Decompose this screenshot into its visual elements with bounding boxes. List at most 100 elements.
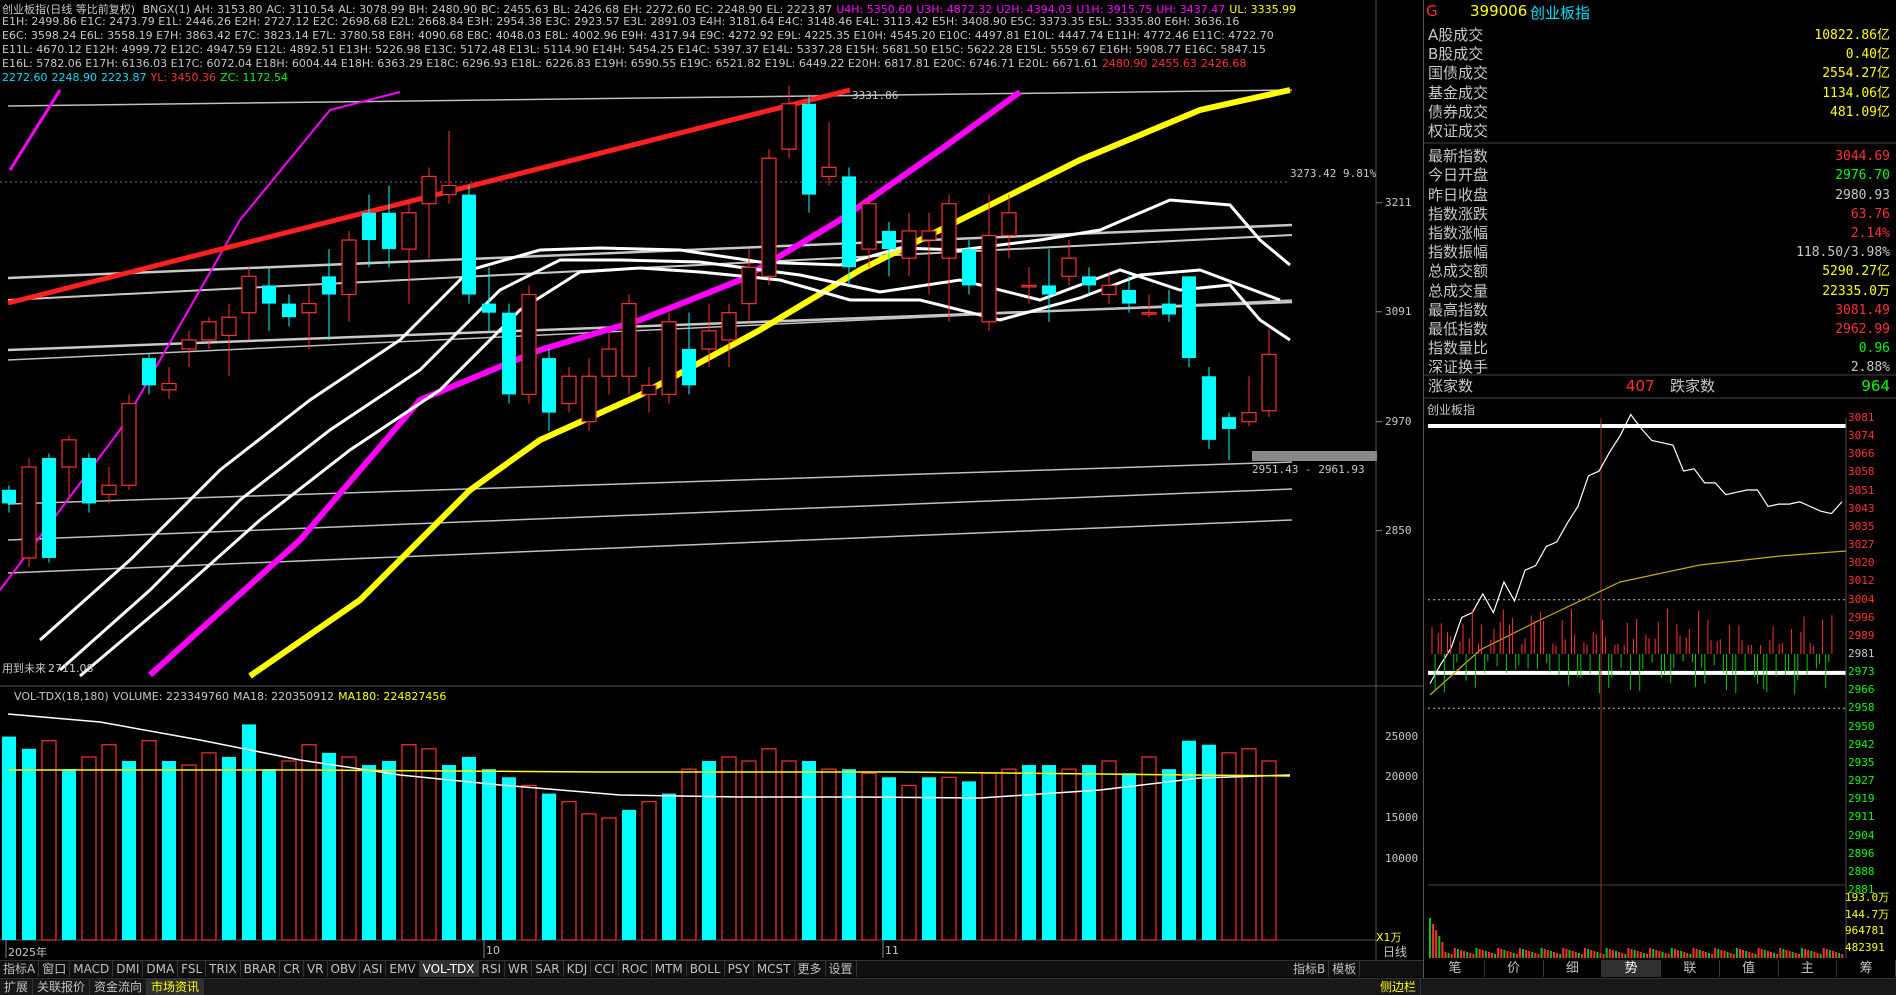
quote-label: 总成交量 [1428, 281, 1489, 300]
candle-body-up [1021, 284, 1037, 288]
candle-body-up [741, 266, 757, 305]
volume-bar-down [702, 761, 716, 940]
indicator-tab[interactable]: 指标A [0, 961, 40, 977]
indicator-tab[interactable]: SAR [532, 961, 564, 977]
quote-value: 2976.70 [1835, 168, 1890, 184]
volume-bar-up [301, 744, 317, 941]
price-axis-label: 3091 [1385, 304, 1412, 318]
indicator-tab[interactable]: OBV [328, 961, 361, 977]
quote-row: 指数振幅 118.50/3.98% [1426, 243, 1894, 262]
intraday-tab[interactable]: 主 [1779, 960, 1838, 977]
indicator-tab[interactable]: CCI [591, 961, 619, 977]
volume-bar-up [721, 756, 737, 941]
indicator-tab[interactable]: 设置 [826, 961, 857, 977]
indicator-tab[interactable]: MACD [70, 961, 114, 977]
quote-label: A股成交 [1428, 26, 1484, 44]
high-label: 3331.86 [852, 89, 899, 102]
candle-body-up [621, 302, 637, 377]
candle-body-up [901, 230, 917, 259]
header-line5-text: E16L: 5782.06 E17H: 6136.03 E17C: 6072.0… [2, 57, 1098, 70]
indicator-tab[interactable]: KDJ [564, 961, 592, 977]
quote-value: 481.09亿 [1830, 104, 1890, 120]
daily-label[interactable]: 日线 [1383, 943, 1407, 960]
indicator-tab[interactable]: FSL [178, 961, 207, 977]
indicator-tab[interactable]: DMI [113, 961, 144, 977]
target-label: 3273.42 9.81% [1290, 167, 1377, 180]
sidebar-toggle[interactable]: 侧边栏 [1376, 979, 1422, 995]
candle-body-down [382, 212, 396, 250]
volume-bar-down [162, 761, 176, 940]
indicator-tab[interactable]: WR [505, 961, 533, 977]
indicator-tab[interactable]: BRAR [241, 961, 281, 977]
candle-body-up [101, 484, 117, 495]
bottom-tab[interactable]: 市场资讯 [147, 979, 205, 995]
bottom-tab[interactable]: 关联报价 [33, 979, 91, 995]
intraday-tab[interactable]: 细 [1544, 960, 1603, 977]
bottom-tab[interactable]: 资金流向 [90, 979, 148, 995]
indicator-tab[interactable]: DMA [143, 961, 179, 977]
candle-body-down [962, 249, 976, 286]
indicator-tab[interactable]: ASI [360, 961, 387, 977]
indicator-tab[interactable]: 更多 [795, 961, 826, 977]
candle-body-up [921, 230, 937, 241]
range-label: 2951.43 - 2961.93 [1252, 463, 1365, 476]
intraday-tab[interactable]: 值 [1720, 960, 1779, 977]
volume-bar-up [761, 748, 777, 941]
indicator-tab[interactable]: PSY [725, 961, 754, 977]
chart-header-line2: E1H: 2499.86 E1C: 2473.79 E1L: 2446.26 E… [2, 15, 1240, 28]
intraday-axis-label: 2966 [1848, 683, 1875, 697]
volume-bar-down [1022, 765, 1036, 940]
up-count: 407 [1626, 377, 1655, 395]
volume-bar-down [122, 761, 136, 940]
candle-body-up [1141, 312, 1157, 315]
indicator-tab[interactable]: EMV [386, 961, 420, 977]
header-value: 2248.90 [51, 71, 98, 84]
volume-bar-down [1162, 769, 1176, 940]
intraday-tab[interactable]: 联 [1661, 960, 1720, 977]
indicator-tab[interactable]: MCST [754, 961, 795, 977]
indicator-tab[interactable]: 模板 [1329, 961, 1361, 977]
indicator-tab[interactable]: MTM [652, 961, 687, 977]
indicator-tab[interactable]: TRIX [206, 961, 241, 977]
intraday-axis-label: 3027 [1848, 538, 1875, 552]
candle-body-up [761, 157, 777, 277]
quote-row: 最新指数 3044.69 [1426, 147, 1894, 166]
intraday-tab[interactable]: 势 [1602, 960, 1661, 977]
volume-ma180 [8, 769, 1291, 777]
volume-bar-up [1261, 760, 1277, 941]
candle-body-down [82, 458, 96, 504]
indicator-tab[interactable]: BOLL [687, 961, 725, 977]
indicator-tab[interactable]: 窗口 [39, 961, 71, 977]
candle-body-up [161, 382, 177, 391]
quote-row: A股成交 10822.86亿 [1426, 26, 1894, 45]
quote-label: 权证成交 [1428, 122, 1489, 140]
indicator-tab[interactable]: VR [304, 961, 328, 977]
indicator-tab[interactable]: ROC [619, 961, 652, 977]
candle-body-up [61, 439, 77, 468]
indicator-tab[interactable]: RSI [479, 961, 506, 977]
volume-bar-up [521, 784, 537, 941]
indicator-tab[interactable]: 指标B [1290, 961, 1330, 977]
updown-row: 涨家数 407 跌家数 964 [1426, 377, 1894, 396]
quote-value: 1134.06亿 [1822, 85, 1890, 101]
intraday-tab[interactable]: 价 [1485, 960, 1544, 977]
quote-value: 118.50/3.98% [1796, 245, 1890, 261]
volume-bar-down [542, 793, 556, 940]
bottom-tab[interactable]: 扩展 [0, 979, 34, 995]
candle-body-up [721, 312, 737, 341]
intraday-tab[interactable]: 筹 [1837, 960, 1896, 977]
volume-header-value: MA18: 220350912 [232, 690, 335, 703]
header-value: 2426.68 [1200, 57, 1247, 70]
indicator-tab[interactable]: VOL-TDX [419, 961, 479, 977]
intraday-axis-label: 2911 [1848, 810, 1875, 824]
volume-bar-up [581, 813, 597, 941]
intraday-tab[interactable]: 笔 [1426, 960, 1485, 977]
intraday-axis-label: 2896 [1848, 846, 1875, 860]
quote-value: 22335.0万 [1822, 283, 1890, 299]
intraday-axis-label: 2996 [1848, 610, 1875, 624]
indicator-tab[interactable]: CR [280, 961, 304, 977]
quote-label: 最低指数 [1428, 320, 1489, 338]
candle-body-up [861, 203, 877, 250]
price-axis-label: 3211 [1385, 195, 1412, 209]
volume-bar-down [322, 752, 336, 940]
